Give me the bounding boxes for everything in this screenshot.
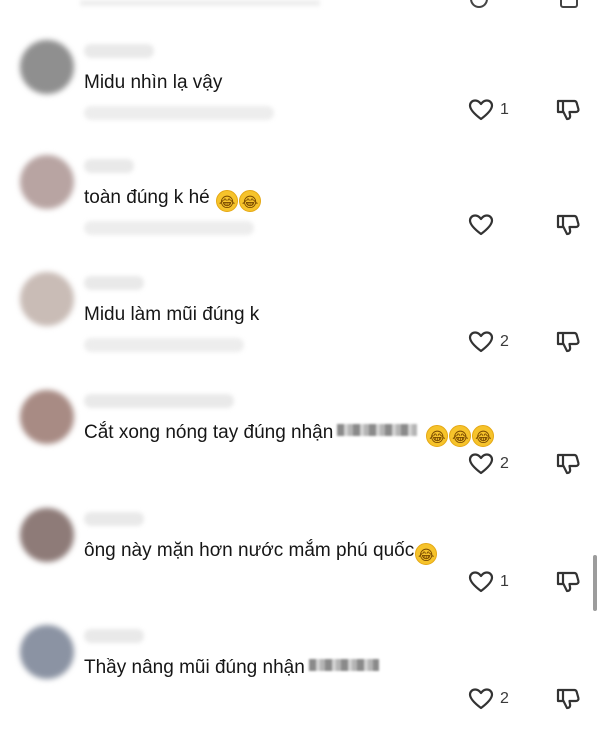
- comment-meta: [84, 338, 244, 352]
- laughing-emoji-icon: 😂: [216, 190, 238, 212]
- comment-item: Cắt xong nóng tay đúng nhận 😂 😂 😂 2: [0, 390, 600, 508]
- like-button[interactable]: [468, 213, 500, 237]
- dislike-icon: [556, 453, 580, 475]
- like-count: 2: [500, 333, 509, 350]
- heart-icon: [468, 453, 494, 475]
- like-count: 1: [500, 573, 509, 590]
- heart-icon: [468, 331, 494, 353]
- avatar[interactable]: [20, 272, 74, 326]
- dislike-icon: [556, 214, 580, 236]
- comment-item: Midu nhìn lạ vậy 1: [0, 40, 600, 158]
- comment-item: Thầy nâng mũi đúng nhận 2: [0, 625, 600, 743]
- avatar[interactable]: [20, 625, 74, 679]
- username[interactable]: [84, 276, 144, 290]
- dislike-button[interactable]: [555, 687, 581, 711]
- avatar[interactable]: [20, 155, 74, 209]
- comment-text: Cắt xong nóng tay đúng nhận 😂 😂 😂: [84, 420, 495, 447]
- laughing-emoji-icon: 😂: [426, 425, 449, 447]
- like-count: 1: [500, 101, 509, 118]
- laughing-emoji-icon: 😂: [239, 190, 261, 212]
- heart-icon: [468, 214, 494, 236]
- dislike-icon: [556, 99, 580, 121]
- username[interactable]: [84, 629, 144, 643]
- comment-text-content: Midu nhìn lạ vậy: [84, 72, 223, 93]
- comment-text-content: Thầy nâng mũi đúng nhận: [84, 657, 305, 678]
- redacted-name: [308, 659, 379, 671]
- username[interactable]: [84, 159, 134, 173]
- dislike-button[interactable]: [555, 570, 581, 594]
- dislike-icon: [556, 571, 580, 593]
- laughing-emoji-icon: 😂: [449, 425, 472, 447]
- username[interactable]: [84, 512, 144, 526]
- dislike-button[interactable]: [555, 213, 581, 237]
- dislike-icon: [556, 331, 580, 353]
- scrollbar[interactable]: [593, 555, 597, 611]
- heart-icon: [468, 571, 494, 593]
- comment-text-content: ông này mặn hơn nước mắm phú quốc: [84, 540, 415, 561]
- dislike-icon[interactable]: [560, 0, 578, 8]
- avatar[interactable]: [20, 508, 74, 562]
- comment-text: toàn đúng k hé 😂 😂: [84, 185, 261, 212]
- comment-meta: [84, 106, 274, 120]
- comment-meta: [84, 221, 254, 235]
- redacted-name: [337, 424, 418, 436]
- like-button[interactable]: 2: [468, 330, 509, 354]
- comment-text: Midu làm mũi đúng k: [84, 302, 259, 328]
- like-count: 2: [500, 690, 509, 707]
- avatar[interactable]: [20, 390, 74, 444]
- laughing-emoji-icon: 😂: [415, 543, 438, 565]
- laughing-emoji-icon: 😂: [472, 425, 495, 447]
- heart-icon: [468, 688, 494, 710]
- comment-text-content: Midu làm mũi đúng k: [84, 304, 260, 325]
- comment-item: ông này mặn hơn nước mắm phú quốc 😂 1: [0, 508, 600, 626]
- comment-item: toàn đúng k hé 😂 😂: [0, 155, 600, 273]
- like-button[interactable]: 1: [468, 98, 509, 122]
- comment-text: Midu nhìn lạ vậy: [84, 70, 222, 96]
- like-count: 2: [500, 455, 509, 472]
- username[interactable]: [84, 44, 154, 58]
- comment-text: ông này mặn hơn nước mắm phú quốc 😂: [84, 538, 438, 565]
- comment-text-content: toàn đúng k hé: [84, 187, 215, 208]
- like-button[interactable]: 2: [468, 687, 509, 711]
- dislike-button[interactable]: [555, 98, 581, 122]
- comment-text: Thầy nâng mũi đúng nhận: [84, 655, 379, 681]
- heart-icon: [468, 99, 494, 121]
- heart-icon[interactable]: [470, 0, 488, 8]
- like-button[interactable]: 2: [468, 452, 509, 476]
- previous-comment-fragment: [80, 0, 320, 6]
- dislike-button[interactable]: [555, 330, 581, 354]
- username[interactable]: [84, 394, 234, 408]
- comment-text-content: Cắt xong nóng tay đúng nhận: [84, 422, 334, 443]
- avatar[interactable]: [20, 40, 74, 94]
- comment-item: Midu làm mũi đúng k 2: [0, 272, 600, 390]
- dislike-icon: [556, 688, 580, 710]
- like-button[interactable]: 1: [468, 570, 509, 594]
- dislike-button[interactable]: [555, 452, 581, 476]
